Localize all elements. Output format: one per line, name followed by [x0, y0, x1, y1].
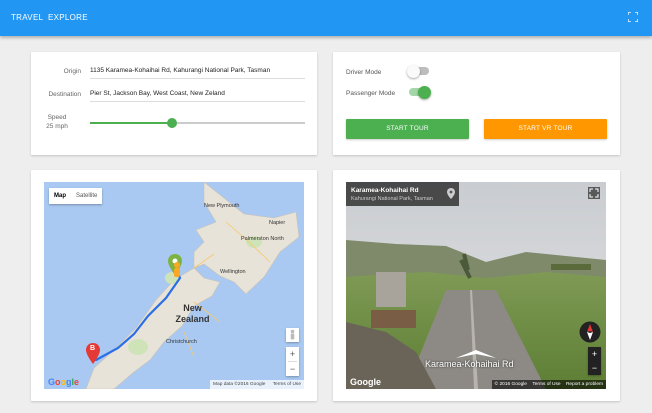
destination-field[interactable]: Pier St, Jackson Bay, West Coast, New Ze… — [90, 90, 305, 102]
start-tour-button[interactable]: START TOUR — [346, 119, 469, 139]
nav-explore[interactable]: EXPLORE — [48, 13, 88, 22]
street-view-control[interactable] — [286, 328, 299, 342]
street-view-zoom-control: + − — [588, 347, 601, 375]
map-type-control: Map Satellite — [49, 188, 103, 204]
driver-mode-toggle[interactable] — [407, 64, 429, 78]
map-tab-map[interactable]: Map — [49, 188, 71, 204]
map-data-text: Map data ©2016 Google — [213, 382, 266, 387]
city-palmerston-north: Palmerston North — [241, 236, 284, 242]
street-view-report-link[interactable]: Report a problem — [566, 382, 603, 387]
street-view-title: Karamea-Kohaihai Rd — [351, 187, 419, 194]
route-map[interactable]: Map Satellite New Plymouth Palmerston No… — [44, 182, 304, 389]
origin-label: Origin — [63, 68, 81, 75]
street-view-terms-link[interactable]: Terms of Use — [532, 382, 560, 387]
street-view-attribution: © 2016 Google Terms of Use Report a prob… — [491, 380, 606, 389]
city-napier: Napier — [269, 220, 286, 226]
passenger-mode-toggle[interactable] — [409, 85, 431, 99]
speed-label: Speed — [47, 114, 67, 121]
street-view-zoom-in-button[interactable]: + — [588, 347, 601, 361]
marker-b-label: B — [90, 345, 96, 352]
nav-travel[interactable]: TRAVEL — [11, 13, 43, 22]
route-card: Origin 1135 Karamea-Kohaihai Rd, Kahuran… — [31, 52, 317, 155]
street-view-fullscreen-icon[interactable] — [588, 187, 600, 199]
speed-value: 25 mph — [46, 123, 68, 130]
pegman-icon[interactable] — [171, 262, 183, 282]
street-view-google-logo: Google — [350, 377, 381, 387]
street-view-zoom-out-button[interactable]: − — [588, 361, 601, 375]
street-view-address-panel: Karamea-Kohaihai Rd Kahurangi National P… — [346, 182, 459, 206]
speed-slider-fill — [90, 122, 172, 124]
mode-card: Driver Mode Passenger Mode START TOUR ST… — [333, 52, 620, 155]
map-zoom-out-button[interactable]: − — [286, 362, 299, 376]
fullscreen-icon[interactable] — [628, 12, 638, 22]
top-app-bar: TRAVEL EXPLORE — [0, 0, 652, 36]
street-view-subtitle: Kahurangi National Park, Tasman — [351, 196, 433, 202]
city-wellington: Wellington — [220, 269, 246, 275]
destination-label: Destination — [48, 91, 81, 98]
toggle-knob — [407, 64, 420, 78]
toggle-knob — [418, 85, 431, 99]
speed-slider-thumb[interactable] — [166, 118, 177, 128]
pegman-control-icon — [290, 329, 295, 340]
origin-field[interactable]: 1135 Karamea-Kohaihai Rd, Kahurangi Nati… — [90, 67, 305, 79]
street-view-panorama[interactable]: Karamea-Kohaihai Rd Kahurangi National P… — [346, 182, 606, 389]
street-view-copyright: © 2016 Google — [494, 382, 527, 387]
map-zoom-control: + − — [286, 347, 299, 376]
city-new-plymouth: New Plymouth — [204, 203, 240, 209]
start-vr-tour-button[interactable]: START VR TOUR — [484, 119, 607, 139]
driver-mode-label: Driver Mode — [346, 69, 382, 76]
map-attribution: Map data ©2016 Google Terms of Use — [210, 380, 304, 389]
compass-icon[interactable] — [579, 321, 601, 343]
map-tab-satellite[interactable]: Satellite — [71, 188, 102, 204]
map-terms-link[interactable]: Terms of Use — [273, 382, 301, 387]
map-canvas — [85, 182, 300, 389]
speed-slider[interactable] — [90, 118, 305, 128]
google-logo: Google — [48, 377, 80, 387]
street-view-road-label: Karamea-Kohaihai Rd — [425, 359, 514, 369]
street-view-card: Karamea-Kohaihai Rd Kahurangi National P… — [333, 170, 620, 401]
map-card: Map Satellite New Plymouth Palmerston No… — [31, 170, 317, 401]
passenger-mode-label: Passenger Mode — [346, 90, 396, 97]
region-label: New Zealand — [175, 303, 210, 324]
location-pin-icon[interactable] — [447, 188, 455, 199]
city-christchurch: Christchurch — [166, 339, 197, 345]
map-zoom-in-button[interactable]: + — [286, 347, 299, 361]
